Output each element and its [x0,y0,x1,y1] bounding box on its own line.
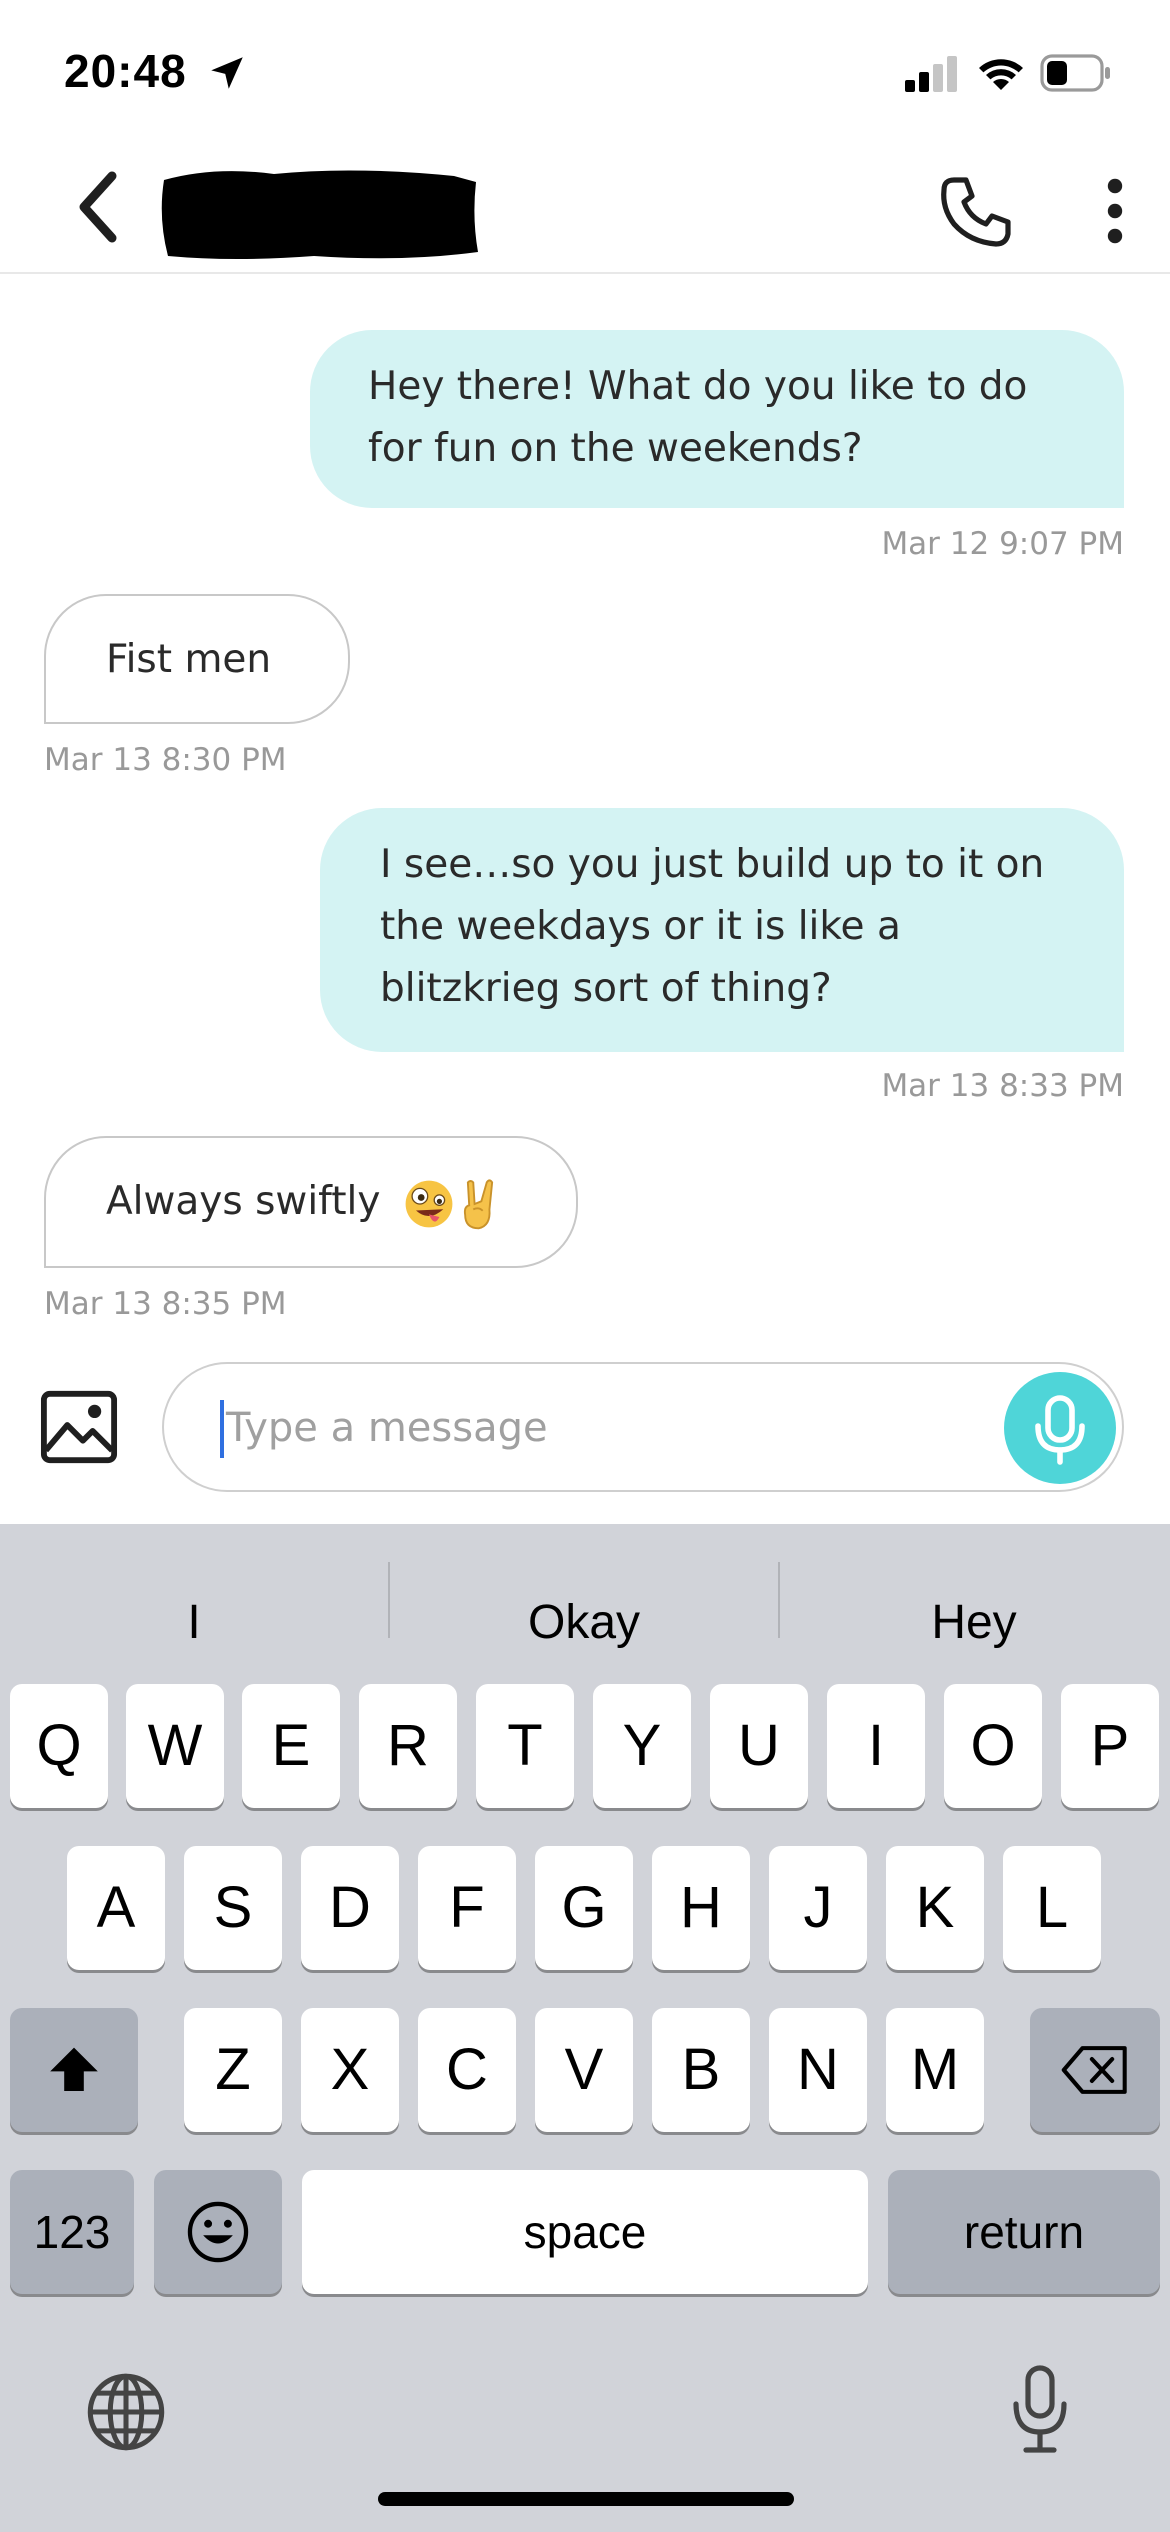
message-text: Always swiftly [106,1179,381,1224]
key-h[interactable]: H [652,1846,750,1970]
chevron-left-icon[interactable] [68,170,128,244]
contact-name-redacted[interactable] [154,158,484,266]
message-line: blitzkrieg sort of thing? [380,966,832,1011]
key-j[interactable]: J [769,1846,867,1970]
text-cursor [220,1400,224,1458]
key-g[interactable]: G [535,1846,633,1970]
chat-header [0,140,1170,274]
image-icon[interactable] [40,1388,118,1466]
zany-face-emoji [405,1180,453,1227]
microphone-icon[interactable] [1010,2364,1070,2456]
shift-arrow-icon [50,2047,98,2091]
message-timestamp: Mar 13 8:35 PM [44,1286,287,1322]
message-timestamp: Mar 12 9:07 PM [881,526,1124,562]
message-bubble-incoming[interactable]: Always swiftly [44,1136,578,1268]
space-key[interactable]: space [302,2170,868,2294]
status-time: 20:48 [64,45,187,97]
return-key[interactable]: return [888,2170,1160,2294]
voice-message-button[interactable] [1004,1372,1116,1484]
key-i[interactable]: I [827,1684,925,1808]
home-indicator[interactable] [378,2492,794,2506]
sign-of-horns-emoji [463,1178,493,1229]
message-line: for fun on the weekends? [368,426,863,471]
key-n[interactable]: N [769,2008,867,2132]
location-arrow-icon [211,57,243,89]
message-timestamp: Mar 13 8:33 PM [881,1068,1124,1104]
suggestion-3[interactable]: Hey [780,1558,1168,1688]
key-c[interactable]: C [418,2008,516,2132]
key-t[interactable]: T [476,1684,574,1808]
key-w[interactable]: W [126,1684,224,1808]
key-f[interactable]: F [418,1846,516,1970]
key-m[interactable]: M [886,2008,984,2132]
keyboard: I Okay Hey Q W E R T Y U I O P A S D F G… [0,1524,1170,2532]
numbers-key[interactable]: 123 [10,2170,134,2294]
key-l[interactable]: L [1003,1846,1101,1970]
message-line: I see…so you just build up to it on [380,842,1045,887]
emoji-key[interactable] [154,2170,282,2294]
key-k[interactable]: K [886,1846,984,1970]
wifi-icon [979,59,1023,90]
emoji-smiley-icon [187,2201,249,2263]
delete-key[interactable] [1030,2008,1160,2132]
message-bubble-outgoing[interactable]: Hey there! What do you like to do for fu… [310,330,1124,508]
key-e[interactable]: E [242,1684,340,1808]
key-d[interactable]: D [301,1846,399,1970]
message-text: Fist men [106,637,272,682]
key-v[interactable]: V [535,2008,633,2132]
message-timestamp: Mar 13 8:30 PM [44,742,287,778]
backspace-icon [1061,2046,1127,2094]
key-o[interactable]: O [944,1684,1042,1808]
key-b[interactable]: B [652,2008,750,2132]
cellular-signal-icon [905,56,957,92]
message-line: the weekdays or it is like a [380,904,901,949]
status-bar: 20:48 [0,0,1170,140]
message-composer[interactable]: Type a message [162,1362,1124,1492]
key-y[interactable]: Y [593,1684,691,1808]
key-a[interactable]: A [67,1846,165,1970]
key-p[interactable]: P [1061,1684,1159,1808]
globe-icon[interactable] [84,2370,168,2454]
message-input[interactable]: Type a message [226,1392,548,1464]
key-r[interactable]: R [359,1684,457,1808]
battery-icon [1040,54,1110,92]
key-u[interactable]: U [710,1684,808,1808]
message-bubble-incoming[interactable]: Fist men [44,594,350,724]
suggestion-1[interactable]: I [0,1558,388,1688]
key-x[interactable]: X [301,2008,399,2132]
phone-icon[interactable] [936,172,1016,252]
microphone-icon [1035,1395,1085,1465]
shift-key[interactable] [10,2008,138,2132]
key-q[interactable]: Q [10,1684,108,1808]
key-z[interactable]: Z [184,2008,282,2132]
key-s[interactable]: S [184,1846,282,1970]
message-bubble-outgoing[interactable]: I see…so you just build up to it on the … [320,808,1124,1052]
more-vertical-icon[interactable] [1100,176,1130,246]
suggestion-2[interactable]: Okay [390,1558,778,1688]
message-line: Hey there! What do you like to do [368,364,1028,409]
